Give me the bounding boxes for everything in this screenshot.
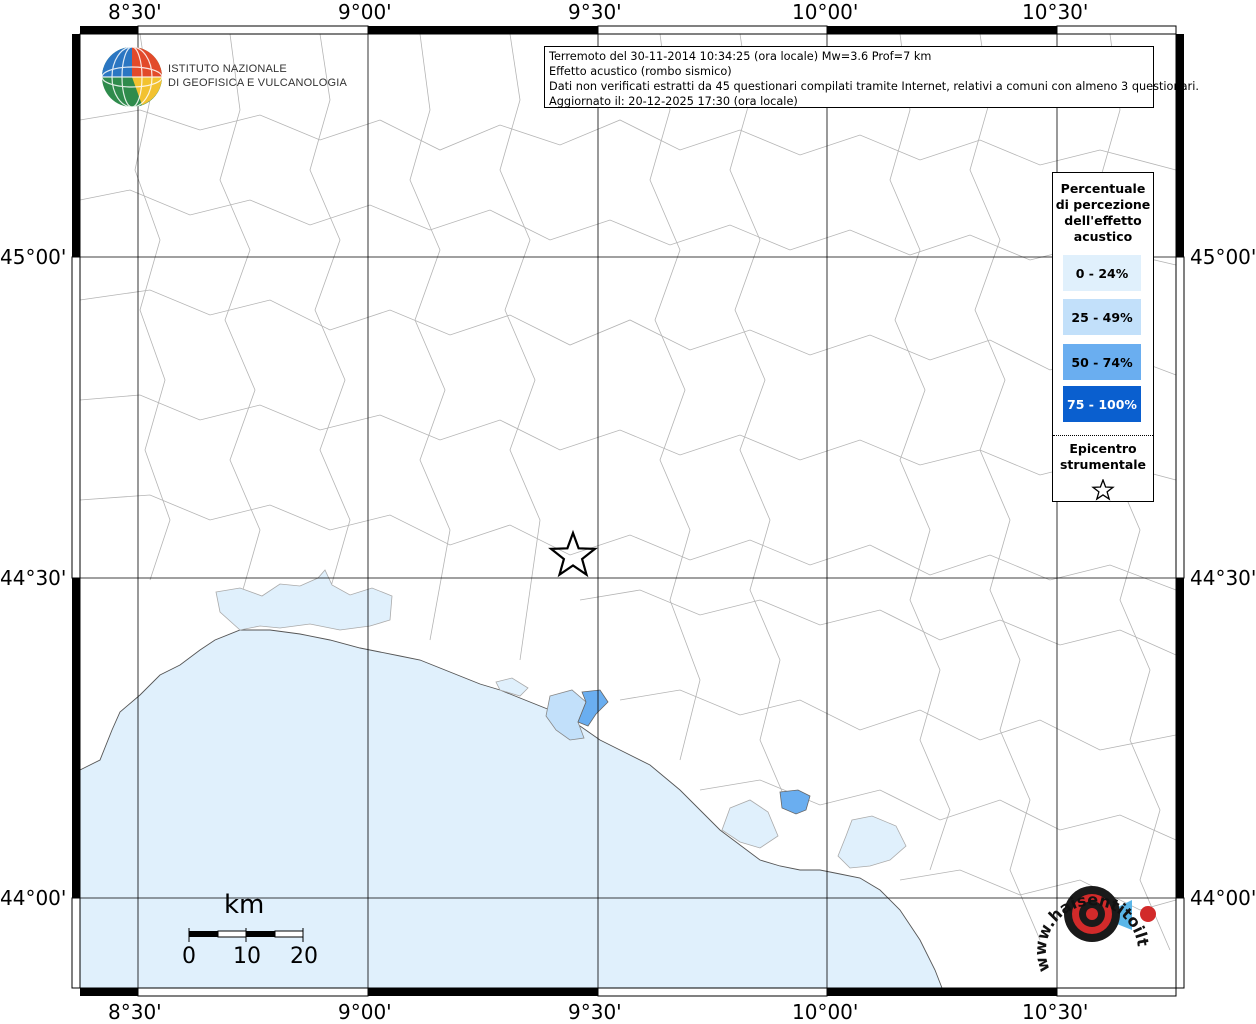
- event-info-box: Terremoto del 30-11-2014 10:34:25 (ora l…: [544, 46, 1199, 108]
- legend-item-50-74: 50 - 74%: [1063, 344, 1141, 380]
- lon-label-top: 10°00': [792, 0, 859, 24]
- legend-item-0-24: 0 - 24%: [1063, 255, 1141, 291]
- lat-label-left: 45°00': [0, 245, 67, 269]
- lat-label-right: 44°30': [1190, 566, 1256, 590]
- legend-title-line: dell'effetto: [1064, 213, 1142, 228]
- lon-label-top: 8°30': [108, 0, 162, 24]
- ingv-logo-line: DI GEOFISICA E VULCANOLOGIA: [168, 77, 347, 89]
- scale-tick-label: 20: [290, 944, 318, 969]
- lat-label-left: 44°30': [0, 566, 67, 590]
- haisentito-watermark-text: www.haisentitoilterremoto.it: [1030, 852, 1153, 974]
- legend-separator: [1053, 435, 1153, 436]
- lon-label-bottom: 9°30': [568, 1000, 622, 1024]
- lat-label-left: 44°00': [0, 886, 67, 910]
- haisentito-watermark: www.haisentitoilterremoto.it: [1030, 852, 1153, 974]
- legend-epicenter-line: strumentale: [1059, 457, 1147, 472]
- lon-label-top: 10°30': [1022, 0, 1089, 24]
- legend-item-25-49: 25 - 49%: [1063, 299, 1141, 335]
- svg-text:www.haisentitoilterremoto.it: www.haisentitoilterremoto.it: [1030, 852, 1153, 974]
- lon-label-bottom: 10°30': [1022, 1000, 1089, 1024]
- event-info-line: Terremoto del 30-11-2014 10:34:25 (ora l…: [549, 50, 932, 63]
- lon-label-bottom: 8°30': [108, 1000, 162, 1024]
- ingv-logo-icon: [101, 46, 163, 108]
- lon-label-top: 9°30': [568, 0, 622, 24]
- legend: Percentuale di percezione dell'effetto a…: [1052, 172, 1154, 502]
- legend-epicenter-line: Epicentro: [1069, 441, 1137, 456]
- legend-epicenter-label: Epicentro strumentale: [1053, 441, 1153, 473]
- legend-star-icon: [1091, 479, 1115, 501]
- legend-item-75-100: 75 - 100%: [1063, 386, 1141, 422]
- scale-unit-label: km: [224, 890, 265, 920]
- event-info-line: Effetto acustico (rombo sismico): [549, 65, 732, 78]
- legend-title-line: acustico: [1073, 229, 1133, 244]
- lon-label-bottom: 10°00': [792, 1000, 859, 1024]
- lon-label-bottom: 9°00': [338, 1000, 392, 1024]
- lat-label-right: 45°00': [1190, 245, 1256, 269]
- lat-label-right: 44°00': [1190, 886, 1256, 910]
- event-info-line: Dati non verificati estratti da 45 quest…: [549, 80, 1199, 93]
- legend-title: Percentuale di percezione dell'effetto a…: [1053, 181, 1153, 245]
- event-info-line: Aggiornato il: 20-12-2025 17:30 (ora loc…: [549, 95, 798, 108]
- legend-title-line: di percezione: [1055, 197, 1151, 212]
- legend-title-line: Percentuale: [1060, 181, 1146, 196]
- lon-label-top: 9°00': [338, 0, 392, 24]
- scale-tick-label: 0: [182, 944, 196, 969]
- ingv-logo-text: ISTITUTO NAZIONALE DI GEOFISICA E VULCAN…: [168, 62, 347, 90]
- scale-tick-label: 10: [233, 944, 261, 969]
- ingv-logo-line: ISTITUTO NAZIONALE: [168, 63, 287, 75]
